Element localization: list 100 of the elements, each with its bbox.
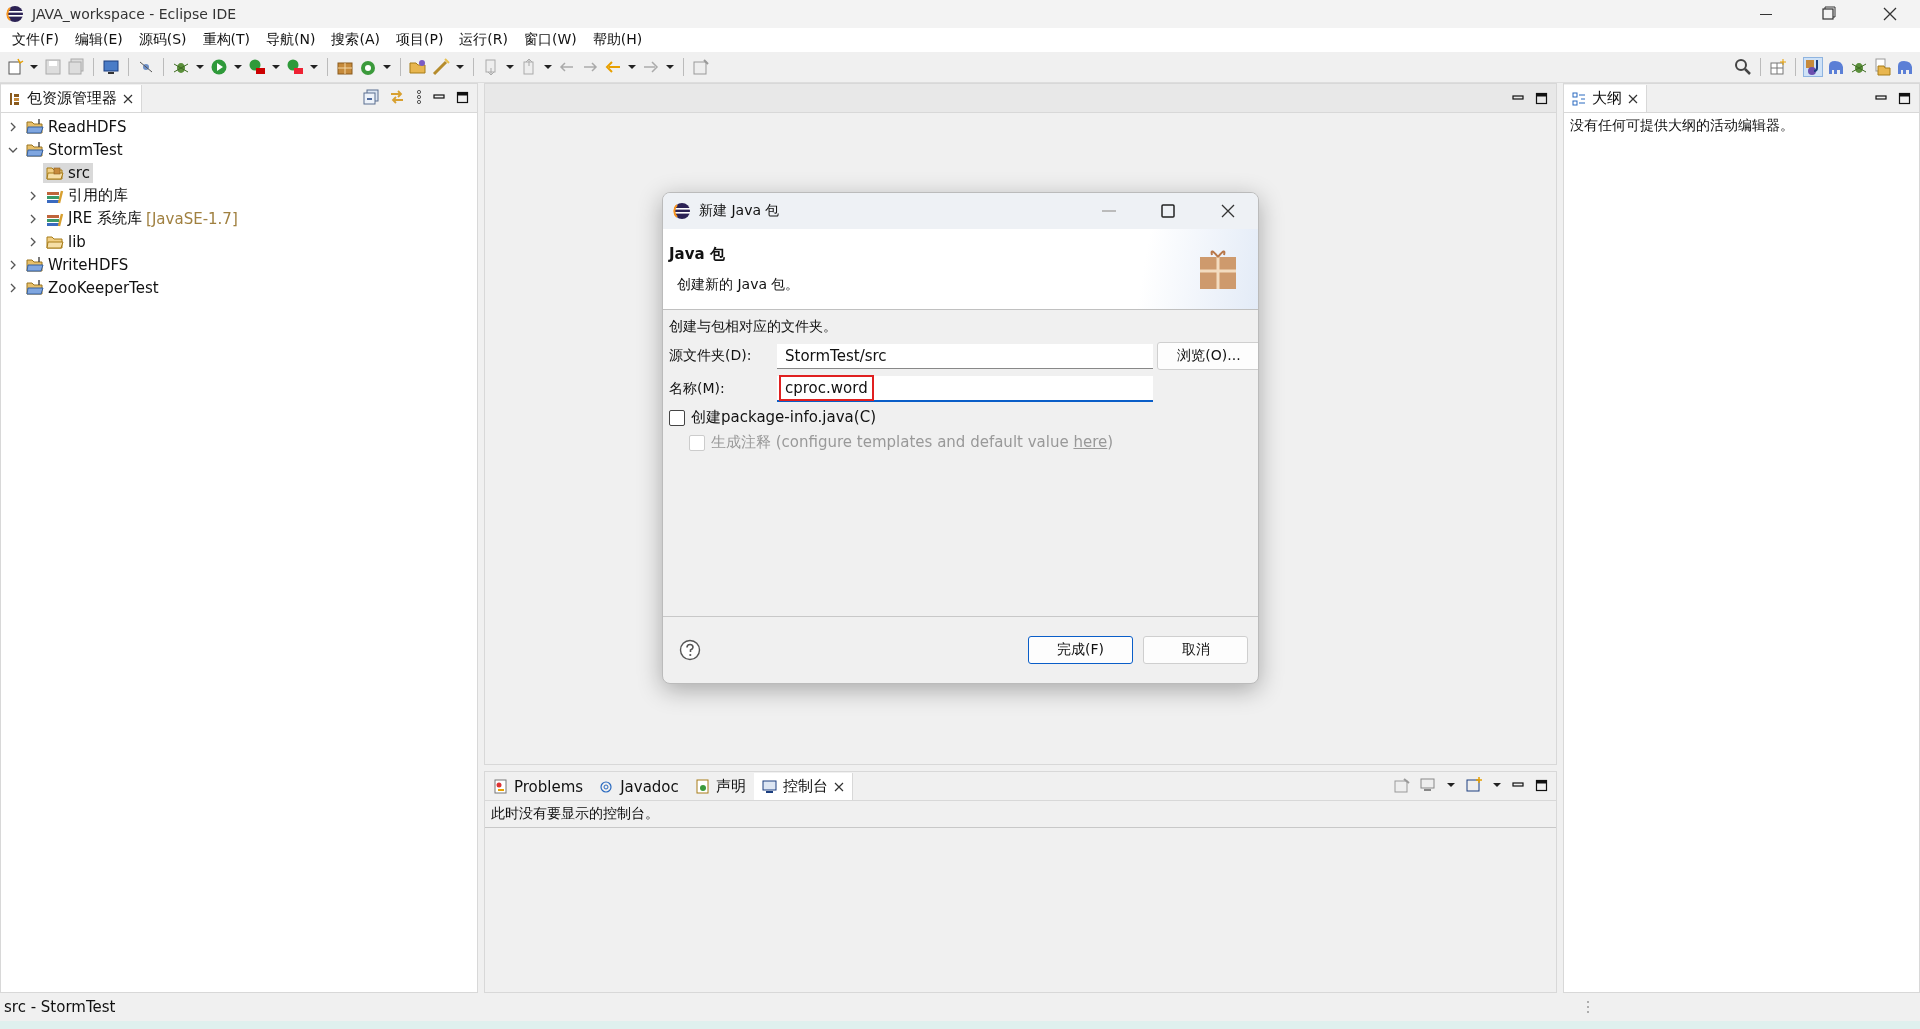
- dialog-button[interactable]: 取消: [1143, 636, 1248, 664]
- checkbox-label: 创建package-info.java(C): [691, 408, 876, 427]
- input-field[interactable]: cproc.word: [777, 376, 1153, 402]
- field-value: StormTest/src: [784, 345, 888, 367]
- maximize-view-icon[interactable]: [1898, 92, 1911, 105]
- declaration-icon: [694, 779, 710, 794]
- menu-item[interactable]: 项目(P): [388, 31, 452, 49]
- item-decoration: [JavaSE-1.7]: [146, 209, 238, 228]
- view-tab[interactable]: Javadoc: [591, 773, 687, 800]
- menu-item[interactable]: 文件(F): [4, 31, 67, 49]
- menu-item[interactable]: 帮助(H): [584, 31, 651, 49]
- caret-icon[interactable]: [382, 62, 392, 72]
- maximize-view-icon[interactable]: [456, 90, 469, 104]
- tab-label: Problems: [514, 777, 584, 796]
- header-title: Java 包: [669, 244, 726, 264]
- new-file-icon[interactable]: [6, 58, 24, 76]
- caret-icon[interactable]: [271, 62, 281, 72]
- item-label: src: [68, 163, 90, 182]
- restore-icon[interactable]: [1820, 6, 1836, 22]
- tab-label: 声明: [715, 777, 746, 796]
- help-icon[interactable]: [679, 639, 701, 661]
- view-tab[interactable]: 控制台: [753, 773, 853, 800]
- view-menu-icon[interactable]: [415, 90, 423, 104]
- close-icon[interactable]: [1220, 203, 1236, 219]
- run-coverage-icon[interactable]: [248, 58, 266, 76]
- collapse-all-icon[interactable]: [363, 89, 379, 105]
- view-tab[interactable]: 声明: [686, 773, 754, 800]
- display-console-icon[interactable]: [1420, 777, 1436, 793]
- view-tab[interactable]: 大纲: [1564, 85, 1647, 112]
- caret-icon[interactable]: [233, 62, 243, 72]
- run-icon[interactable]: [210, 58, 228, 76]
- browse-button[interactable]: 浏览(O)...: [1157, 342, 1258, 370]
- view-tab[interactable]: Problems: [485, 773, 592, 800]
- caret-icon[interactable]: [627, 62, 637, 72]
- checkbox[interactable]: [669, 409, 685, 426]
- menu-item[interactable]: 运行(R): [451, 31, 516, 49]
- field-label: 名称(M):: [669, 380, 726, 398]
- tree-item[interactable]: src: [43, 162, 93, 183]
- tree-item[interactable]: WriteHDFS: [23, 254, 132, 275]
- caret-icon[interactable]: [195, 62, 205, 72]
- caret-icon[interactable]: [543, 62, 553, 72]
- menu-item[interactable]: 导航(N): [258, 31, 324, 49]
- item-label: StormTest: [48, 140, 123, 159]
- tree-item[interactable]: ReadHDFS: [23, 116, 130, 137]
- caret-icon[interactable]: [1446, 780, 1456, 790]
- view-tab[interactable]: 包资源管理器: [1, 85, 142, 112]
- menu-item[interactable]: 重构(T): [194, 31, 259, 49]
- eclipse-logo-icon: [6, 5, 24, 23]
- item-label: 引用的库: [68, 186, 128, 205]
- tree-item[interactable]: lib: [43, 231, 89, 252]
- dialog-title: 新建 Java 包: [699, 202, 780, 220]
- item-label: JRE 系统库: [68, 209, 143, 228]
- window-title: JAVA_workspace - Eclipse IDE: [32, 6, 237, 22]
- class-icon[interactable]: [359, 58, 377, 76]
- field-value: cproc.word: [781, 377, 872, 399]
- item-label: ReadHDFS: [48, 117, 127, 136]
- input-field[interactable]: StormTest/src: [777, 343, 1153, 369]
- maximize-icon[interactable]: [1160, 203, 1176, 219]
- tree-item[interactable]: 引用的库: [43, 185, 131, 206]
- caret-icon[interactable]: [29, 62, 39, 72]
- close-icon[interactable]: [123, 93, 133, 104]
- problems-icon: [493, 779, 508, 794]
- new-console-icon[interactable]: [1466, 777, 1482, 793]
- close-icon[interactable]: [1628, 93, 1638, 104]
- caret-icon[interactable]: [455, 62, 465, 72]
- tab-label: 包资源管理器: [27, 89, 117, 108]
- folder-icon: [46, 233, 64, 250]
- monitor-icon[interactable]: [102, 58, 120, 76]
- section-label: 创建与包相对应的文件夹。: [669, 318, 838, 336]
- item-label: ZooKeeperTest: [48, 278, 159, 297]
- status-text: src - StormTest: [4, 998, 116, 1016]
- dialog-button[interactable]: 完成(F): [1028, 636, 1133, 664]
- caret-icon[interactable]: [665, 62, 675, 72]
- caret-icon[interactable]: [309, 62, 319, 72]
- project-folder-icon: [26, 141, 44, 158]
- open-perspective-icon[interactable]: [1769, 58, 1787, 76]
- java-perspective-icon[interactable]: [1804, 58, 1822, 76]
- open-folder-icon[interactable]: [409, 58, 427, 76]
- hierarchy-icon: [9, 91, 21, 106]
- resource-folder-icon[interactable]: [1873, 58, 1891, 76]
- checkbox-label: 生成注释 (configure templates and default value here): [711, 433, 1114, 452]
- maximize-view-icon[interactable]: [1535, 778, 1548, 792]
- maximize-view-icon[interactable]: [1535, 92, 1548, 105]
- tree-item[interactable]: JRE 系统库 [JavaSE-1.7]: [43, 208, 241, 229]
- close-icon[interactable]: [1882, 6, 1898, 22]
- menu-item[interactable]: 编辑(E): [67, 31, 131, 49]
- item-label: lib: [68, 232, 86, 251]
- run-external-icon[interactable]: [286, 58, 304, 76]
- field-label: 源文件夹(D):: [669, 347, 753, 365]
- tab-label: Javadoc: [620, 777, 679, 796]
- caret-icon[interactable]: [505, 62, 515, 72]
- menu-item[interactable]: 源码(S): [130, 31, 195, 49]
- menu-item[interactable]: 窗口(W): [516, 31, 585, 49]
- close-icon[interactable]: [833, 781, 844, 792]
- tree-item[interactable]: ZooKeeperTest: [23, 277, 162, 298]
- menu-item[interactable]: 搜索(A): [323, 31, 388, 49]
- tree-item[interactable]: StormTest: [23, 139, 126, 160]
- caret-icon[interactable]: [1492, 780, 1502, 790]
- search-icon[interactable]: [1734, 58, 1752, 76]
- project-folder-icon: [26, 279, 44, 296]
